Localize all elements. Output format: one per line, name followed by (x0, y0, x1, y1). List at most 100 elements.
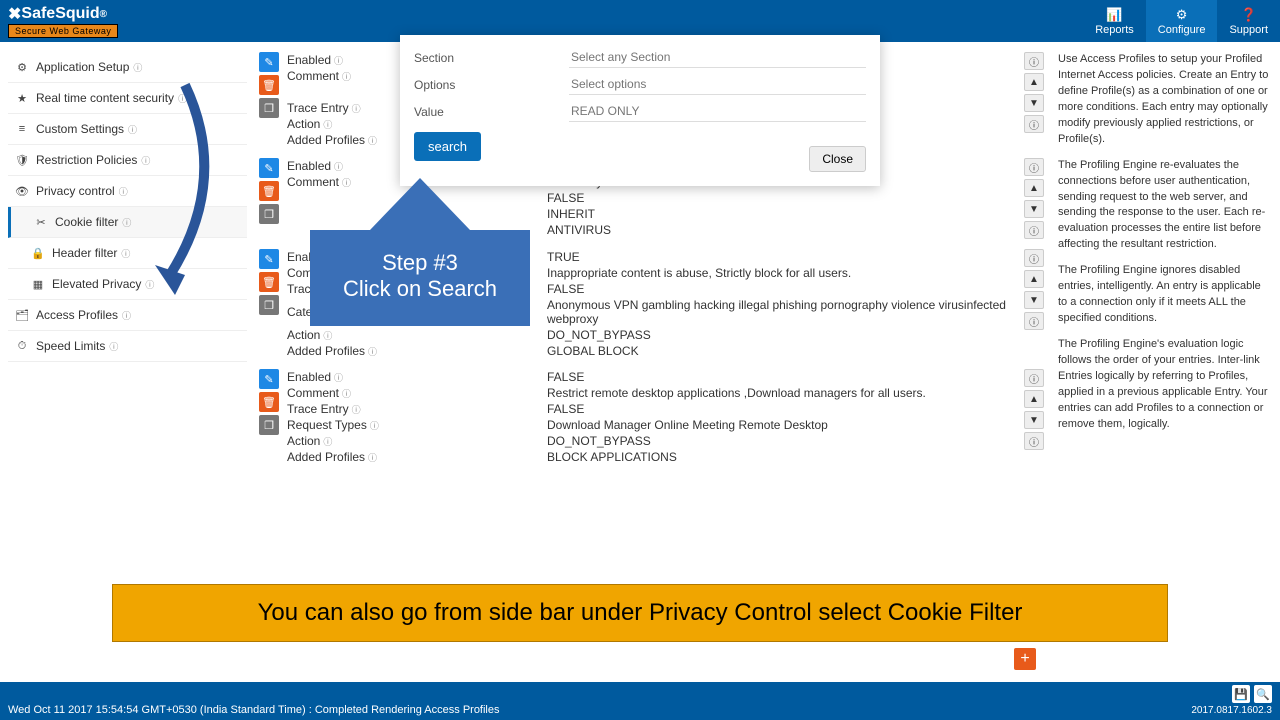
copy-button[interactable]: ❐ (259, 204, 279, 224)
info-button[interactable]: ⓘ (1024, 369, 1044, 387)
info-icon: ⓘ (323, 118, 332, 131)
sidebar-item-realtime[interactable]: ★Real time content securityⓘ (8, 83, 247, 114)
shield-icon: 🛡 (14, 154, 30, 167)
modal-options-label: Options (414, 78, 569, 92)
info-button[interactable]: ⓘ (1024, 249, 1044, 267)
row-label: Actionⓘ (287, 328, 547, 342)
info-button[interactable]: ⓘ (1024, 221, 1044, 239)
nav-configure[interactable]: ⚙Configure (1146, 0, 1218, 42)
info-button[interactable]: ⓘ (1024, 158, 1044, 176)
row-value: FALSE (547, 402, 1018, 416)
status-text: Wed Oct 11 2017 15:54:54 GMT+0530 (India… (8, 704, 500, 716)
modal-value-input[interactable] (569, 101, 866, 122)
help-icon: ❓ (1241, 7, 1257, 23)
help-p1: Use Access Profiles to setup your Profil… (1058, 52, 1272, 148)
edit-button[interactable]: ✎ (259, 249, 279, 269)
modal-section-input[interactable] (569, 47, 866, 68)
add-button[interactable]: + (1014, 648, 1036, 670)
sidebar-item-speed[interactable]: ⏱Speed Limitsⓘ (8, 331, 247, 362)
entry-row: EnabledⓘFALSE (287, 369, 1018, 385)
info-icon: ⓘ (323, 329, 332, 342)
clock-icon: ⏱ (14, 340, 30, 353)
move-up-button[interactable]: ▲ (1024, 390, 1044, 408)
logo-area: ✖ SafeSquid ® Secure Web Gateway (0, 4, 118, 38)
info-icon: ⓘ (352, 403, 361, 416)
modal-options-input[interactable] (569, 74, 866, 95)
row-value: FALSE (547, 191, 1018, 205)
info-icon: ⓘ (368, 134, 377, 147)
entry-row: Added ProfilesⓘGLOBAL BLOCK (287, 343, 1018, 359)
topnav: 📊Reports ⚙Configure ❓Support (1083, 0, 1280, 42)
hint-banner: You can also go from side bar under Priv… (112, 584, 1168, 642)
edit-button[interactable]: ✎ (259, 369, 279, 389)
row-label: Trace Entryⓘ (287, 402, 547, 416)
row-value: ANTIVIRUS (547, 223, 1018, 237)
move-down-button[interactable]: ▼ (1024, 411, 1044, 429)
move-down-button[interactable]: ▼ (1024, 200, 1044, 218)
sidebar-sub-elevated[interactable]: ▦Elevated Privacyⓘ (8, 269, 247, 300)
info-button[interactable]: ⓘ (1024, 115, 1044, 133)
copy-button[interactable]: ❐ (259, 415, 279, 435)
row-value: DO_NOT_BYPASS (547, 434, 1018, 448)
entry-row: Trace EntryⓘFALSE (287, 401, 1018, 417)
entry-row: ActionⓘDO_NOT_BYPASS (287, 327, 1018, 343)
logo-icon: ✖ (8, 4, 21, 24)
sliders-icon: ≡ (14, 123, 30, 135)
row-value: Download Manager Online Meeting Remote D… (547, 418, 1018, 432)
info-button[interactable]: ⓘ (1024, 432, 1044, 450)
case-icon: ⚙ (14, 61, 30, 74)
scissors-icon: ✂ (33, 216, 49, 229)
row-value: Inappropriate content is abuse, Strictly… (547, 266, 1018, 280)
save-icon[interactable]: 💾 (1232, 685, 1250, 703)
search-modal: Section Options Value search Close (400, 35, 880, 186)
edit-button[interactable]: ✎ (259, 158, 279, 178)
row-value: DO_NOT_BYPASS (547, 328, 1018, 342)
sidebar-sub-cookie[interactable]: ✂Cookie filterⓘ (8, 207, 247, 238)
version-text: 2017.0817.1602.3 (1191, 705, 1272, 716)
copy-button[interactable]: ❐ (259, 98, 279, 118)
row-value: INHERIT (547, 207, 1018, 221)
row-value: FALSE (547, 282, 1018, 296)
close-button[interactable]: Close (809, 146, 866, 172)
row-value: BLOCK APPLICATIONS (547, 450, 1018, 464)
move-down-button[interactable]: ▼ (1024, 94, 1044, 112)
gear-icon: ⚙ (1176, 7, 1188, 23)
sidebar-item-privacy[interactable]: 👁Privacy controlⓘ (8, 176, 247, 207)
nav-support[interactable]: ❓Support (1217, 0, 1280, 42)
folder-icon: 🗂 (14, 309, 30, 322)
info-icon: ⓘ (109, 340, 118, 353)
delete-button[interactable]: 🗑 (259, 392, 279, 412)
delete-button[interactable]: 🗑 (259, 272, 279, 292)
sidebar-item-profiles[interactable]: 🗂Access Profilesⓘ (8, 300, 247, 331)
move-up-button[interactable]: ▲ (1024, 270, 1044, 288)
delete-button[interactable]: 🗑 (259, 75, 279, 95)
info-icon: ⓘ (178, 92, 187, 105)
info-button[interactable]: ⓘ (1024, 312, 1044, 330)
lock-icon: 🔒 (30, 247, 46, 260)
search-icon[interactable]: 🔍 (1254, 685, 1272, 703)
star-icon: ★ (14, 92, 30, 105)
entry-row: Added ProfilesⓘBLOCK APPLICATIONS (287, 449, 1018, 465)
row-value: Restrict remote desktop applications ,Do… (547, 386, 1018, 400)
search-button[interactable]: search (414, 132, 481, 161)
copy-button[interactable]: ❐ (259, 295, 279, 315)
entry-block: ✎ 🗑 ❐ EnabledⓘFALSECommentⓘRestrict remote … (259, 369, 1044, 465)
info-icon: ⓘ (119, 185, 128, 198)
edit-button[interactable]: ✎ (259, 52, 279, 72)
info-icon: ⓘ (128, 123, 137, 136)
entry-row: CommentⓘRestrict remote desktop applicat… (287, 385, 1018, 401)
info-button[interactable]: ⓘ (1024, 52, 1044, 70)
move-down-button[interactable]: ▼ (1024, 291, 1044, 309)
info-icon: ⓘ (133, 61, 142, 74)
move-up-button[interactable]: ▲ (1024, 179, 1044, 197)
info-icon: ⓘ (368, 451, 377, 464)
nav-reports[interactable]: 📊Reports (1083, 0, 1146, 42)
logo-tagline: Secure Web Gateway (8, 24, 118, 38)
info-icon: ⓘ (141, 154, 150, 167)
move-up-button[interactable]: ▲ (1024, 73, 1044, 91)
sidebar-sub-header[interactable]: 🔒Header filterⓘ (8, 238, 247, 269)
sidebar-item-app-setup[interactable]: ⚙Application Setupⓘ (8, 52, 247, 83)
sidebar-item-custom[interactable]: ≡Custom Settingsⓘ (8, 114, 247, 145)
delete-button[interactable]: 🗑 (259, 181, 279, 201)
sidebar-item-restriction[interactable]: 🛡Restriction Policiesⓘ (8, 145, 247, 176)
